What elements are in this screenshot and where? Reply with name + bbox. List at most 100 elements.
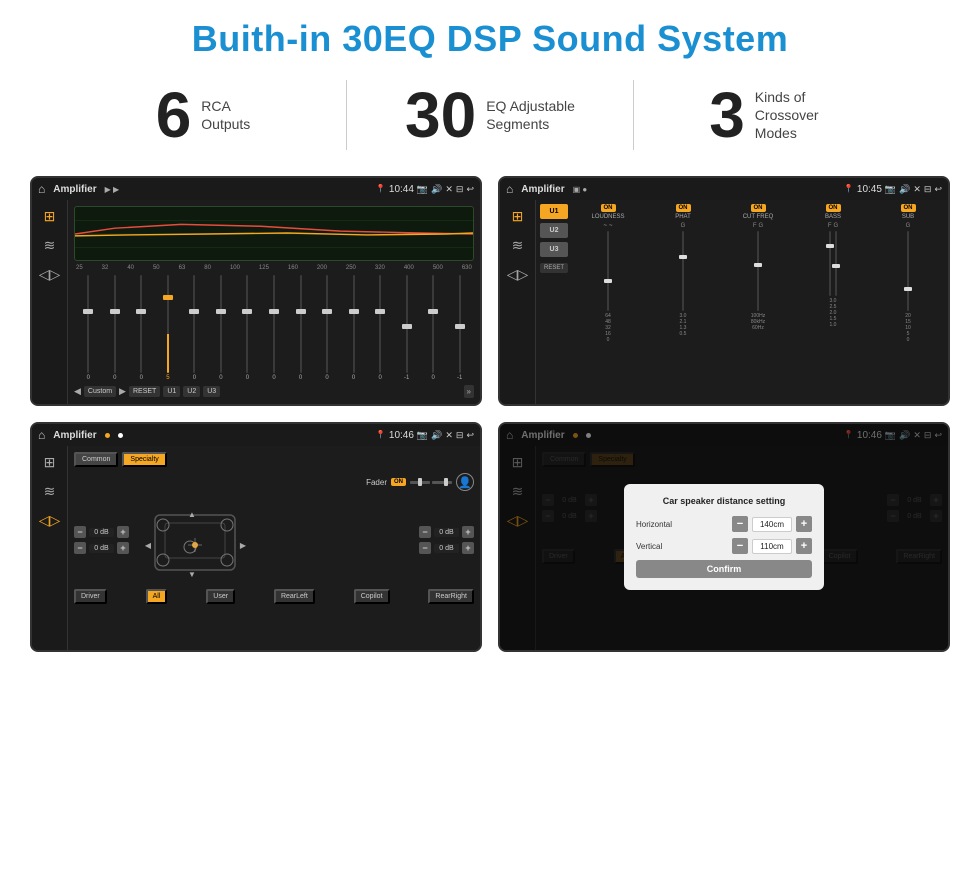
crossover-topbar-icons: 📍 10:45 📷 🔊 ✕ ⊟ ↩ bbox=[844, 184, 942, 195]
vertical-row: Vertical − 110cm + bbox=[636, 538, 812, 554]
reset-btn[interactable]: RESET bbox=[129, 386, 160, 397]
back-icon[interactable]: ↩ bbox=[466, 184, 474, 195]
slider-13[interactable]: -1 bbox=[394, 275, 419, 381]
fl-plus[interactable]: + bbox=[117, 526, 129, 538]
u2-btn[interactable]: U2 bbox=[183, 386, 200, 397]
slider-11[interactable]: 0 bbox=[341, 275, 366, 381]
cutfreq-on[interactable]: ON bbox=[751, 204, 766, 212]
wave-icon-3[interactable]: ≋ bbox=[44, 483, 56, 500]
fader-label-row: Fader ON 👤 bbox=[74, 473, 474, 491]
loudness-channel: ON LOUDNESS ~~ 64 48 32 16 bbox=[572, 204, 644, 400]
slider-7[interactable]: 0 bbox=[235, 275, 260, 381]
slider-2[interactable]: 0 bbox=[103, 275, 128, 381]
bass-slider-f[interactable] bbox=[829, 231, 831, 296]
phat-on[interactable]: ON bbox=[676, 204, 691, 212]
slider-9[interactable]: 0 bbox=[288, 275, 313, 381]
slider-15[interactable]: -1 bbox=[447, 275, 472, 381]
close-icon-2[interactable]: ✕ bbox=[913, 184, 921, 195]
expand-icon[interactable]: » bbox=[464, 385, 474, 398]
bass-slider-g[interactable] bbox=[835, 231, 837, 296]
play-icons: ▶ ▶ bbox=[105, 185, 120, 194]
rr-minus[interactable]: − bbox=[419, 542, 431, 554]
fl-minus[interactable]: − bbox=[74, 526, 86, 538]
eq-sliders: 0 0 0 bbox=[74, 275, 474, 381]
minimize-icon-2[interactable]: ⊟ bbox=[924, 184, 932, 195]
prev-btn[interactable]: ◀ bbox=[74, 386, 81, 397]
crossover-screen: ⌂ Amplifier ▣ ● 📍 10:45 📷 🔊 ✕ ⊟ ↩ ⊞ ≋ ◁▷ bbox=[498, 176, 950, 406]
horizontal-value: 140cm bbox=[752, 517, 792, 532]
slider-12[interactable]: 0 bbox=[368, 275, 393, 381]
user-btn[interactable]: User bbox=[206, 589, 235, 604]
sub-on[interactable]: ON bbox=[901, 204, 916, 212]
camera-icon-3: 📷 bbox=[417, 430, 428, 441]
cutfreq-slider[interactable] bbox=[757, 231, 759, 311]
wave-icon-2[interactable]: ≋ bbox=[512, 237, 524, 254]
fader-main: Common Specialty Fader ON 👤 bbox=[68, 446, 480, 650]
slider-3[interactable]: 0 bbox=[129, 275, 154, 381]
rearleft-btn[interactable]: RearLeft bbox=[274, 589, 315, 604]
eq-screen: ⌂ Amplifier ▶ ▶ 📍 10:44 📷 🔊 ✕ ⊟ ↩ ⊞ ≋ ◁▷ bbox=[30, 176, 482, 406]
rl-plus[interactable]: + bbox=[117, 542, 129, 554]
slider-1[interactable]: 0 bbox=[76, 275, 101, 381]
driver-btn[interactable]: Driver bbox=[74, 589, 107, 604]
slider-10[interactable]: 0 bbox=[315, 275, 340, 381]
fl-value: 0 dB bbox=[89, 528, 114, 537]
loudness-on[interactable]: ON bbox=[601, 204, 616, 212]
speaker-icon-3[interactable]: ◁▷ bbox=[39, 512, 61, 529]
close-icon[interactable]: ✕ bbox=[445, 184, 453, 195]
home-icon-3[interactable]: ⌂ bbox=[38, 428, 45, 442]
vertical-minus[interactable]: − bbox=[732, 538, 748, 554]
sub-slider[interactable] bbox=[907, 231, 909, 311]
preset-u2[interactable]: U2 bbox=[540, 223, 568, 238]
horizontal-plus[interactable]: + bbox=[796, 516, 812, 532]
u1-btn[interactable]: U1 bbox=[163, 386, 180, 397]
slider-4[interactable]: 5 bbox=[156, 275, 181, 381]
fr-plus[interactable]: + bbox=[462, 526, 474, 538]
copilot-btn[interactable]: Copilot bbox=[354, 589, 390, 604]
fader-on-badge[interactable]: ON bbox=[391, 478, 406, 486]
phat-slider[interactable] bbox=[682, 231, 684, 311]
rearright-btn[interactable]: RearRight bbox=[428, 589, 474, 604]
custom-mode[interactable]: Custom bbox=[84, 386, 116, 397]
sub-channel: ON SUB G 20 15 10 5 0 bbox=[872, 204, 944, 400]
eq-icon[interactable]: ⊞ bbox=[44, 208, 56, 225]
eq-time: 10:44 bbox=[389, 184, 414, 195]
minimize-icon-3[interactable]: ⊟ bbox=[456, 430, 464, 441]
confirm-button[interactable]: Confirm bbox=[636, 560, 812, 578]
slider-5[interactable]: 0 bbox=[182, 275, 207, 381]
fr-minus[interactable]: − bbox=[419, 526, 431, 538]
next-btn[interactable]: ▶ bbox=[119, 386, 126, 397]
crossover-reset[interactable]: RESET bbox=[540, 263, 568, 273]
u3-btn[interactable]: U3 bbox=[203, 386, 220, 397]
eq-icon-3[interactable]: ⊞ bbox=[44, 454, 56, 471]
dialog-box-title: Car speaker distance setting bbox=[636, 496, 812, 506]
stat-rca: 6 RCAOutputs bbox=[60, 83, 346, 147]
back-icon-3[interactable]: ↩ bbox=[466, 430, 474, 441]
wave-icon[interactable]: ≋ bbox=[44, 237, 56, 254]
svg-text:◀: ◀ bbox=[145, 541, 152, 550]
preset-u1[interactable]: U1 bbox=[540, 204, 568, 219]
horizontal-minus[interactable]: − bbox=[732, 516, 748, 532]
preset-u3[interactable]: U3 bbox=[540, 242, 568, 257]
profile-icon[interactable]: 👤 bbox=[456, 473, 474, 491]
speaker-icon-2[interactable]: ◁▷ bbox=[507, 266, 529, 283]
rl-minus[interactable]: − bbox=[74, 542, 86, 554]
all-btn[interactable]: All bbox=[146, 589, 168, 604]
left-controls: − 0 dB + − 0 dB + bbox=[74, 526, 129, 554]
slider-8[interactable]: 0 bbox=[262, 275, 287, 381]
slider-14[interactable]: 0 bbox=[421, 275, 446, 381]
slider-6[interactable]: 0 bbox=[209, 275, 234, 381]
home-icon[interactable]: ⌂ bbox=[38, 182, 45, 196]
home-icon-2[interactable]: ⌂ bbox=[506, 182, 513, 196]
loudness-slider[interactable] bbox=[607, 231, 609, 311]
minimize-icon[interactable]: ⊟ bbox=[456, 184, 464, 195]
close-icon-3[interactable]: ✕ bbox=[445, 430, 453, 441]
specialty-tab[interactable]: Specialty bbox=[122, 452, 166, 467]
back-icon-2[interactable]: ↩ bbox=[934, 184, 942, 195]
bass-on[interactable]: ON bbox=[826, 204, 841, 212]
vertical-plus[interactable]: + bbox=[796, 538, 812, 554]
rr-plus[interactable]: + bbox=[462, 542, 474, 554]
speaker-icon[interactable]: ◁▷ bbox=[39, 266, 61, 283]
eq-icon-2[interactable]: ⊞ bbox=[512, 208, 524, 225]
common-tab[interactable]: Common bbox=[74, 452, 118, 467]
